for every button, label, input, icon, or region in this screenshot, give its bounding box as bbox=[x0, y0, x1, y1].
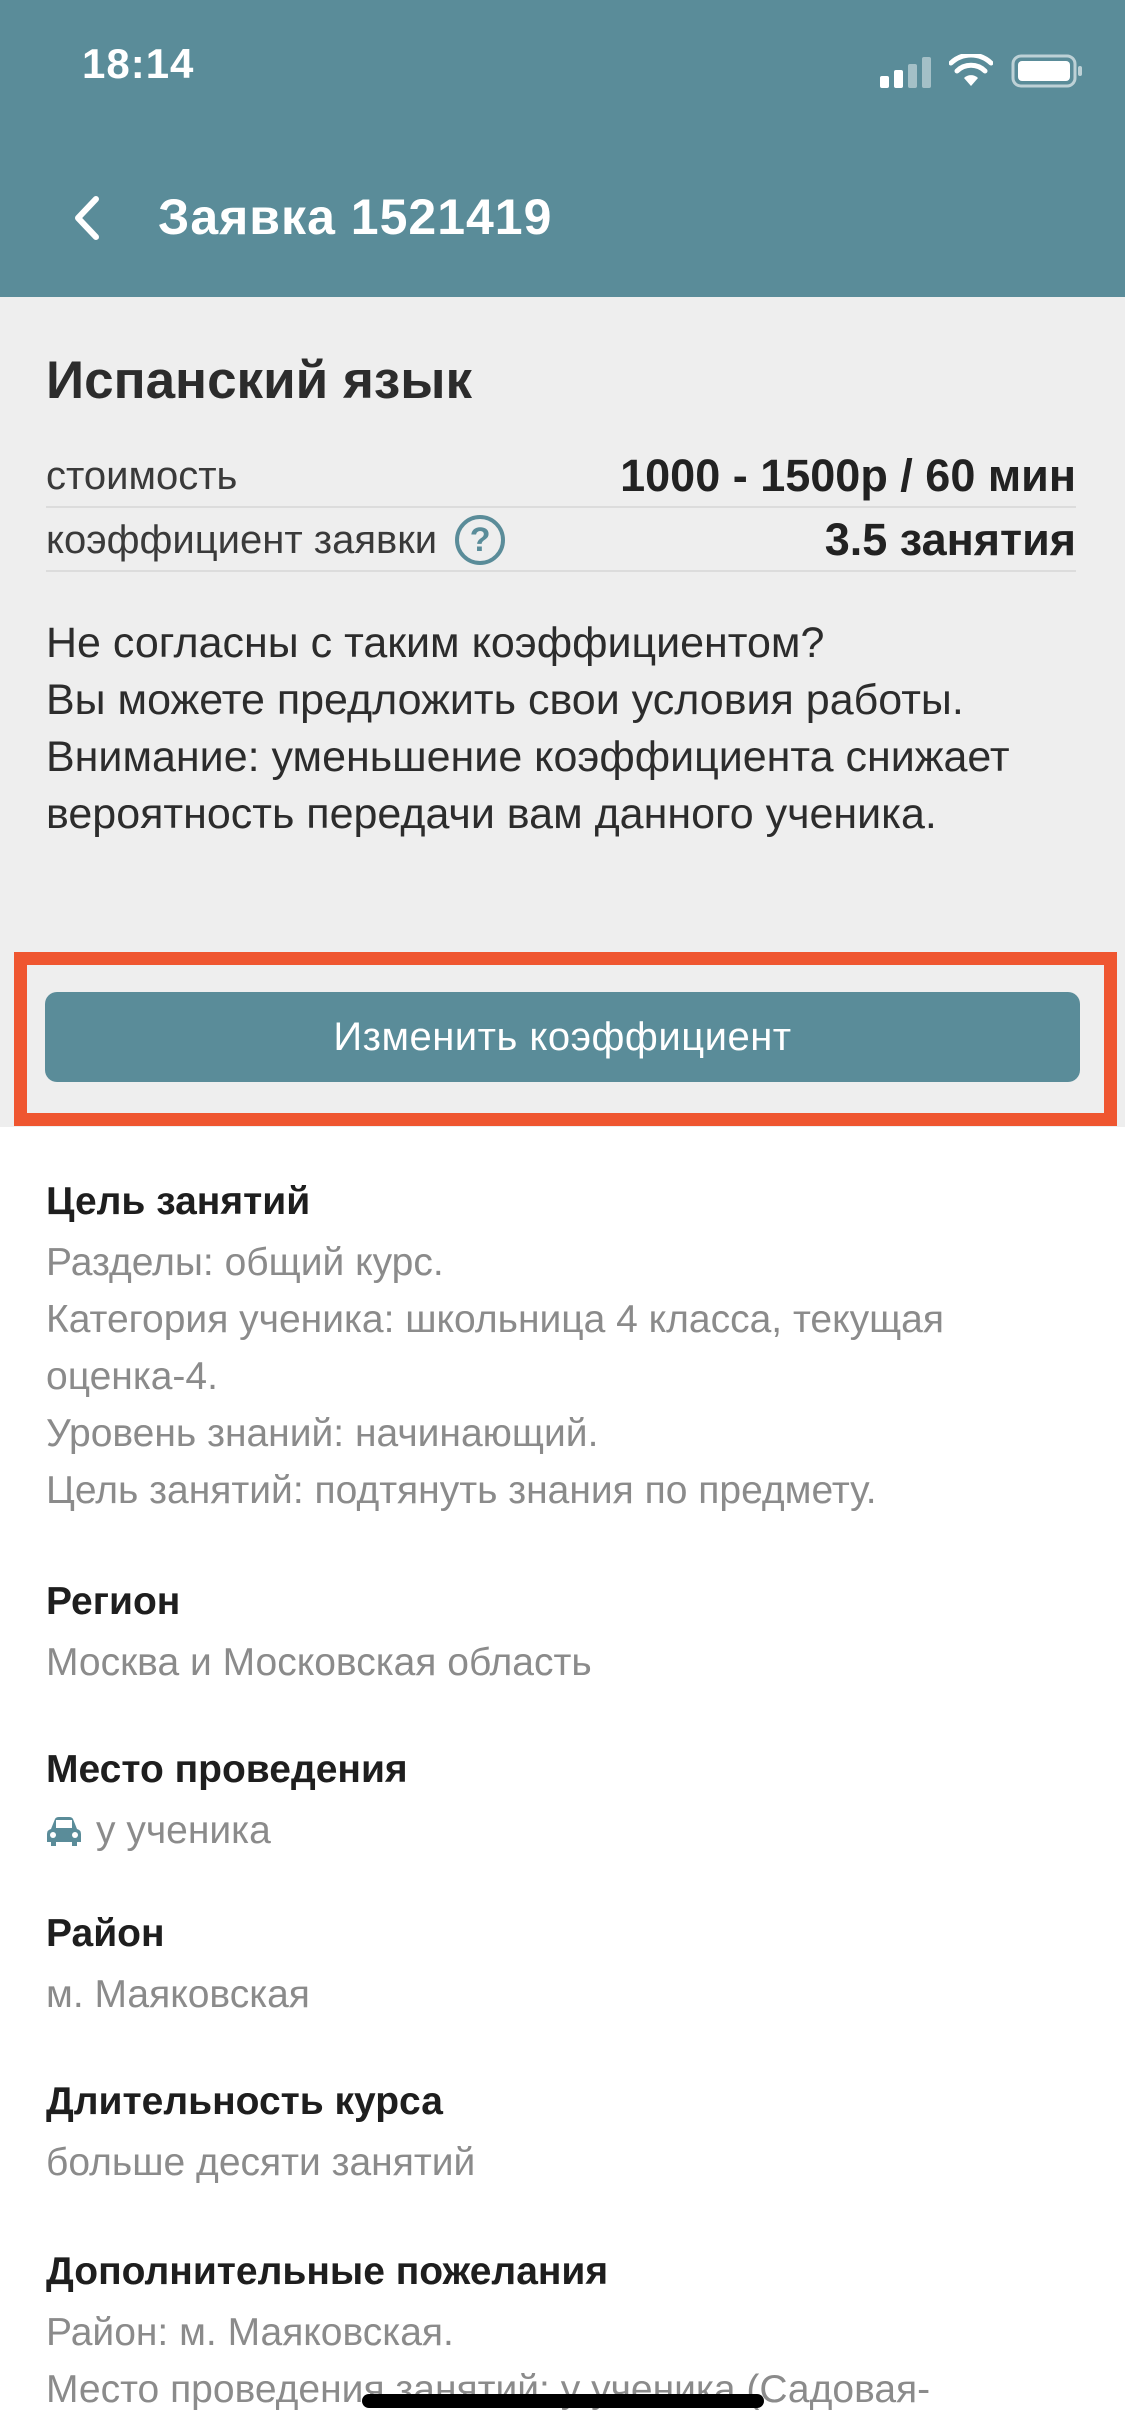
section-body: Разделы: общий курс. Категория ученика: … bbox=[46, 1234, 1086, 1519]
duration-value: больше десяти занятий bbox=[46, 2141, 476, 2184]
region-section: Регион Москва и Московская область bbox=[46, 1570, 1086, 1738]
section-title: Место проведения bbox=[46, 1748, 408, 1791]
goal-line: Уровень знаний: начинающий. bbox=[46, 1412, 599, 1455]
place-value: у ученика bbox=[96, 1809, 271, 1852]
subject-title: Испанский язык bbox=[46, 351, 473, 410]
place-section: Место проведения у ученика bbox=[46, 1738, 1086, 1902]
section-title: Район bbox=[46, 1912, 165, 1955]
notice-line: Не согласны с таким коэффициентом? bbox=[46, 619, 825, 667]
chevron-left-icon bbox=[75, 196, 99, 240]
request-details: Цель занятий Разделы: общий курс. Катего… bbox=[46, 1170, 1086, 2418]
wifi-icon bbox=[949, 54, 993, 88]
price-value: 1000 - 1500р / 60 мин bbox=[620, 450, 1076, 501]
goal-line: Разделы: общий курс. bbox=[46, 1241, 444, 1284]
coefficient-notice: Не согласны с таким коэффициентом? Вы мо… bbox=[46, 615, 1086, 945]
district-value: м. Маяковская bbox=[46, 1973, 310, 2016]
goal-line: Цель занятий: подтянуть знания по предме… bbox=[46, 1469, 877, 1512]
coefficient-value: 3.5 занятия bbox=[824, 514, 1076, 565]
app-header: 18:14 Заявка 1521419 bbox=[0, 0, 1125, 297]
notice-line: Вы можете предложить свои условия работы… bbox=[46, 676, 964, 724]
price-row: стоимость 1000 - 1500р / 60 мин bbox=[46, 446, 1076, 508]
car-icon bbox=[47, 1816, 81, 1846]
section-title: Дополнительные пожелания bbox=[46, 2250, 609, 2293]
region-value: Москва и Московская область bbox=[46, 1641, 592, 1684]
change-coefficient-button[interactable]: Изменить коэффициент bbox=[45, 992, 1080, 1082]
help-icon[interactable]: ? bbox=[455, 515, 506, 565]
wishes-section: Дополнительные пожелания Район: м. Маяко… bbox=[46, 2240, 1086, 2418]
coefficient-label: коэффициент заявки bbox=[46, 517, 438, 562]
cellular-signal-icon bbox=[880, 56, 931, 88]
duration-section: Длительность курса больше десяти занятий bbox=[46, 2070, 1086, 2240]
goal-section: Цель занятий Разделы: общий курс. Катего… bbox=[46, 1170, 1086, 1570]
wishes-line: Район: м. Маяковская. bbox=[46, 2311, 454, 2354]
section-title: Цель занятий bbox=[46, 1180, 311, 1223]
district-section: Район м. Маяковская bbox=[46, 1902, 1086, 2070]
section-title: Длительность курса bbox=[46, 2080, 443, 2123]
home-indicator[interactable] bbox=[362, 2394, 764, 2408]
section-title: Регион bbox=[46, 1580, 181, 1623]
battery-icon bbox=[1011, 54, 1083, 88]
coefficient-label-group: коэффициент заявки ? bbox=[46, 515, 506, 565]
coefficient-row: коэффициент заявки ? 3.5 занятия bbox=[46, 510, 1076, 572]
notice-line: Внимание: уменьшение коэффициента снижае… bbox=[46, 733, 1010, 838]
price-label: стоимость bbox=[46, 453, 238, 498]
status-icons bbox=[880, 52, 1083, 88]
status-time: 18:14 bbox=[82, 40, 195, 87]
wishes-line: Место проведения занятий: у ученика (Сад… bbox=[46, 2368, 931, 2411]
back-button[interactable] bbox=[62, 190, 110, 246]
page-title: Заявка 1521419 bbox=[158, 189, 553, 245]
goal-line: Категория ученика: школьница 4 класса, т… bbox=[46, 1298, 944, 1398]
place-value-line: у ученика bbox=[46, 1802, 1086, 1859]
